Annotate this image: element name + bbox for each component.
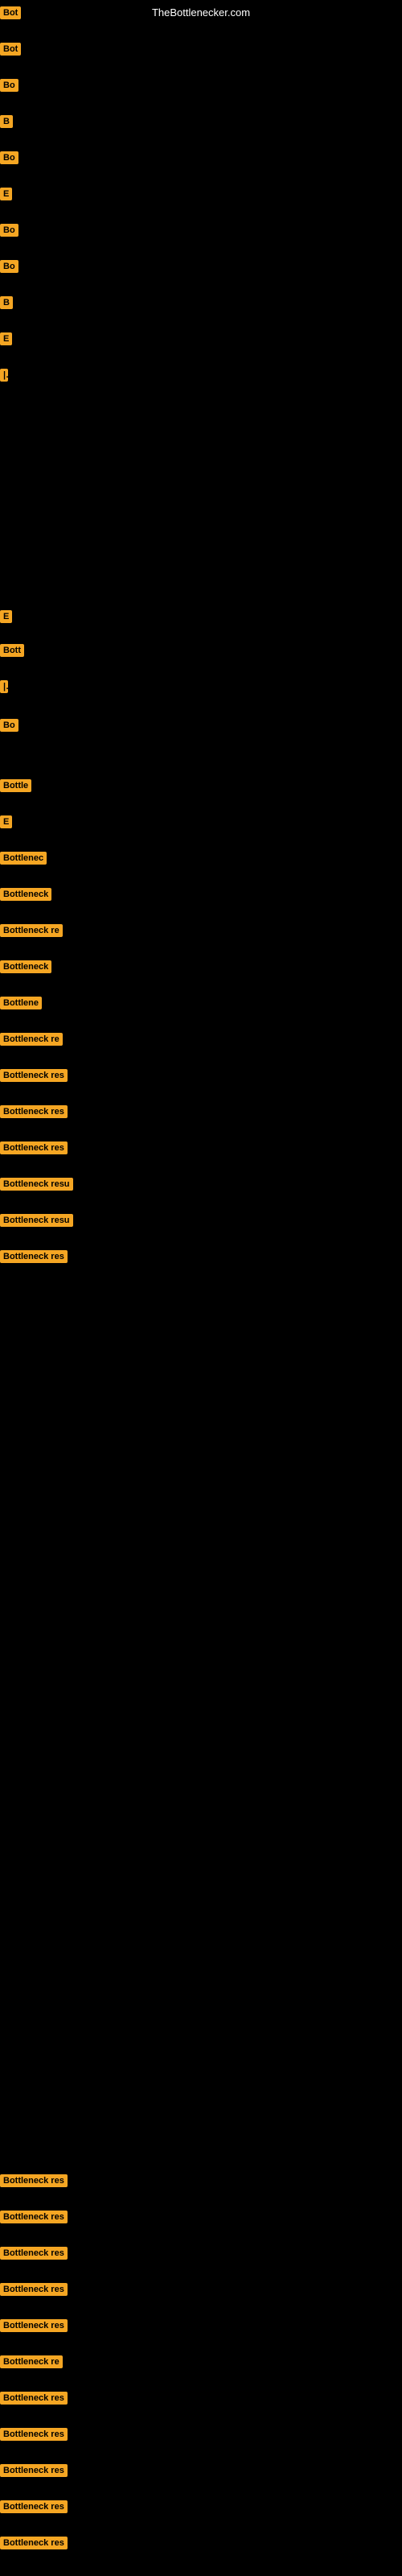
- badge-b30[interactable]: Bottleneck res: [0, 2174, 68, 2187]
- badge-b37[interactable]: Bottleneck res: [0, 2428, 68, 2441]
- badge-b13[interactable]: Bott: [0, 644, 24, 657]
- badge-b26[interactable]: Bottleneck res: [0, 1141, 68, 1154]
- badge-b31[interactable]: Bottleneck res: [0, 2211, 68, 2223]
- badge-b7[interactable]: Bo: [0, 224, 18, 237]
- badge-b12[interactable]: E: [0, 610, 12, 623]
- badge-b32[interactable]: Bottleneck res: [0, 2247, 68, 2260]
- badge-b15[interactable]: Bo: [0, 719, 18, 732]
- badge-b17[interactable]: E: [0, 815, 12, 828]
- badge-b27[interactable]: Bottleneck resu: [0, 1178, 73, 1191]
- badge-b3[interactable]: Bo: [0, 79, 18, 92]
- badge-b34[interactable]: Bottleneck res: [0, 2319, 68, 2332]
- badge-b9[interactable]: B: [0, 296, 13, 309]
- badge-b24[interactable]: Bottleneck res: [0, 1069, 68, 1082]
- site-title: TheBottlenecker.com: [152, 6, 250, 19]
- badge-b10[interactable]: E: [0, 332, 12, 345]
- badge-b14[interactable]: |: [0, 680, 8, 693]
- badge-b1[interactable]: Bot: [0, 6, 21, 19]
- badge-b2[interactable]: Bot: [0, 43, 21, 56]
- badge-b33[interactable]: Bottleneck res: [0, 2283, 68, 2296]
- badge-b25[interactable]: Bottleneck res: [0, 1105, 68, 1118]
- badge-b18[interactable]: Bottlenec: [0, 852, 47, 865]
- badge-b6[interactable]: E: [0, 188, 12, 200]
- badge-b22[interactable]: Bottlene: [0, 997, 42, 1009]
- badge-b35[interactable]: Bottleneck re: [0, 2355, 63, 2368]
- badge-b4[interactable]: B: [0, 115, 13, 128]
- badge-b29[interactable]: Bottleneck res: [0, 1250, 68, 1263]
- badge-b36[interactable]: Bottleneck res: [0, 2392, 68, 2405]
- badge-b28[interactable]: Bottleneck resu: [0, 1214, 73, 1227]
- badge-b39[interactable]: Bottleneck res: [0, 2500, 68, 2513]
- badge-b19[interactable]: Bottleneck: [0, 888, 51, 901]
- badge-b16[interactable]: Bottle: [0, 779, 31, 792]
- badge-b8[interactable]: Bo: [0, 260, 18, 273]
- badge-b11[interactable]: |: [0, 369, 8, 382]
- badge-b21[interactable]: Bottleneck: [0, 960, 51, 973]
- badge-b20[interactable]: Bottleneck re: [0, 924, 63, 937]
- badge-b38[interactable]: Bottleneck res: [0, 2464, 68, 2477]
- badge-b40[interactable]: Bottleneck res: [0, 2537, 68, 2549]
- badge-b23[interactable]: Bottleneck re: [0, 1033, 63, 1046]
- badge-b5[interactable]: Bo: [0, 151, 18, 164]
